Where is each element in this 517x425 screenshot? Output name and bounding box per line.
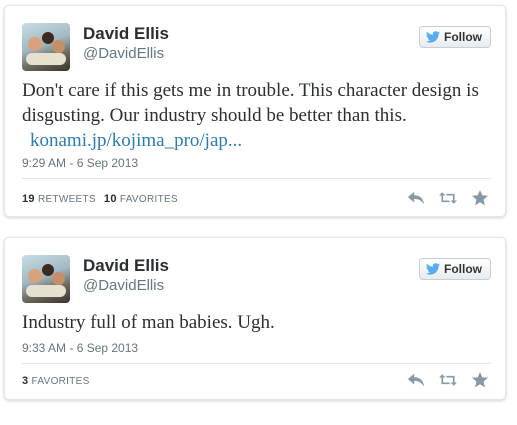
retweets-label: RETWEETS (37, 194, 96, 205)
reply-icon[interactable] (407, 372, 425, 388)
retweets-stat[interactable]: 19 RETWEETS (22, 193, 96, 205)
divider (22, 178, 491, 179)
tweet-text: Don't care if this gets me in trouble. T… (22, 78, 492, 153)
tweet-actions (407, 372, 489, 388)
favorites-label: FAVORITES (31, 376, 90, 387)
reply-icon[interactable] (407, 190, 425, 206)
star-icon[interactable] (471, 372, 489, 388)
retweets-count: 19 (22, 193, 35, 205)
user-name[interactable]: David Ellis (83, 256, 169, 276)
star-icon[interactable] (471, 190, 489, 206)
tweet-stats: 3 FAVORITES (22, 375, 90, 387)
user-name[interactable]: David Ellis (83, 24, 169, 44)
favorites-count: 10 (103, 193, 117, 205)
retweet-icon[interactable] (439, 372, 457, 388)
follow-label: Follow (444, 30, 482, 44)
user-handle[interactable]: @DavidEllis (83, 277, 164, 294)
follow-button[interactable]: Follow (419, 258, 491, 280)
tweet-text: Industry full of man babies. Ugh. (22, 310, 492, 335)
timestamp[interactable]: 9:33 AM - 6 Sep 2013 (22, 341, 138, 355)
follow-button[interactable]: Follow (419, 26, 491, 48)
avatar[interactable] (22, 255, 70, 303)
follow-label: Follow (444, 262, 482, 276)
twitter-bird-icon (426, 31, 440, 43)
favorites-stat[interactable]: 10 FAVORITES (104, 193, 178, 205)
user-handle[interactable]: @DavidEllis (83, 45, 164, 62)
tweet-link[interactable]: konami.jp/kojima_pro/jap... (30, 130, 242, 151)
tweet-stats: 19 RETWEETS 10 FAVORITES (22, 193, 178, 205)
timestamp[interactable]: 9:29 AM - 6 Sep 2013 (22, 156, 138, 170)
retweet-icon[interactable] (439, 190, 457, 206)
twitter-bird-icon (426, 263, 440, 275)
favorites-count: 3 (22, 375, 29, 387)
favorites-stat[interactable]: 3 FAVORITES (22, 375, 90, 387)
divider (22, 363, 491, 364)
favorites-label: FAVORITES (119, 194, 178, 205)
tweet-actions (407, 190, 489, 206)
tweet-card: David Ellis @DavidEllis Follow Don't car… (4, 5, 506, 217)
tweet-body: Industry full of man babies. Ugh. (22, 312, 275, 333)
tweet-body: Don't care if this gets me in trouble. T… (22, 80, 479, 126)
avatar[interactable] (22, 23, 70, 71)
tweet-card: David Ellis @DavidEllis Follow Industry … (4, 237, 506, 400)
